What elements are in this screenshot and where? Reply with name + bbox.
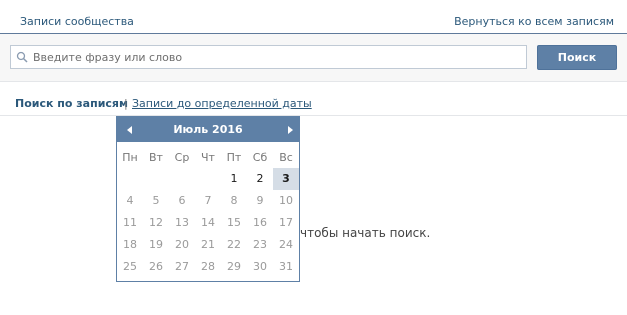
calendar-day[interactable]: 20 (169, 234, 195, 256)
calendar-day[interactable]: 19 (143, 234, 169, 256)
magnifier-icon (16, 51, 28, 63)
calendar-day[interactable]: 8 (221, 190, 247, 212)
calendar-day[interactable]: 9 (247, 190, 273, 212)
page-title: Записи сообщества (20, 15, 134, 28)
calendar-day[interactable]: 29 (221, 256, 247, 278)
calendar-weekday: Сб (252, 151, 268, 164)
tab-search-posts[interactable]: Поиск по записям (15, 97, 128, 110)
calendar-day[interactable]: 22 (221, 234, 247, 256)
calendar-day[interactable]: 30 (247, 256, 273, 278)
calendar-day[interactable]: 12 (143, 212, 169, 234)
calendar-day[interactable]: 5 (143, 190, 169, 212)
calendar-weekday: Ср (174, 151, 190, 164)
search-input[interactable] (33, 47, 523, 67)
calendar-day-selected[interactable]: 3 (273, 168, 299, 190)
date-picker: Июль 2016 Пн Вт Ср Чт Пт Сб Вс 1 2 3 4 5 6 7 8 9 10 11 12 1… (116, 116, 300, 282)
search-tabs: Поиск по записям | Записи до определенно… (0, 82, 627, 116)
calendar-day[interactable]: 17 (273, 212, 299, 234)
search-field[interactable] (10, 45, 527, 69)
calendar-day[interactable]: 11 (117, 212, 143, 234)
calendar-day[interactable]: 1 (221, 168, 247, 190)
tab-separator: | (124, 97, 128, 110)
calendar-day[interactable]: 4 (117, 190, 143, 212)
calendar-weekday: Вт (149, 151, 163, 164)
calendar-day[interactable]: 6 (169, 190, 195, 212)
calendar-day[interactable]: 24 (273, 234, 299, 256)
calendar-day[interactable]: 31 (273, 256, 299, 278)
calendar-day[interactable]: 27 (169, 256, 195, 278)
calendar-header: Июль 2016 (117, 117, 299, 142)
calendar-day[interactable]: 28 (195, 256, 221, 278)
calendar-day[interactable]: 18 (117, 234, 143, 256)
calendar-day[interactable]: 21 (195, 234, 221, 256)
back-to-all-posts-link[interactable]: Вернуться ко всем записям (454, 15, 614, 28)
calendar-month-label: Июль 2016 (173, 123, 243, 136)
calendar-day[interactable]: 25 (117, 256, 143, 278)
calendar-weekday: Чт (201, 151, 215, 164)
calendar-day[interactable]: 16 (247, 212, 273, 234)
calendar-day[interactable]: 26 (143, 256, 169, 278)
calendar-day[interactable]: 15 (221, 212, 247, 234)
top-bar: Записи сообщества Вернуться ко всем запи… (0, 0, 627, 34)
calendar-day[interactable]: 2 (247, 168, 273, 190)
calendar-day[interactable]: 23 (247, 234, 273, 256)
arrow-right-icon[interactable] (285, 125, 295, 135)
calendar-weekday: Пн (122, 151, 138, 164)
calendar-day[interactable]: 14 (195, 212, 221, 234)
calendar-weekday: Пт (226, 151, 242, 164)
search-bar: Поиск (0, 34, 627, 82)
hint-text: чтобы начать поиск. (300, 226, 431, 240)
calendar-weekday: Вс (279, 151, 293, 164)
search-button[interactable]: Поиск (537, 45, 617, 70)
calendar-day[interactable]: 7 (195, 190, 221, 212)
calendar-day[interactable]: 13 (169, 212, 195, 234)
tab-posts-before-date[interactable]: Записи до определенной даты (132, 97, 312, 110)
calendar-day[interactable]: 10 (273, 190, 299, 212)
